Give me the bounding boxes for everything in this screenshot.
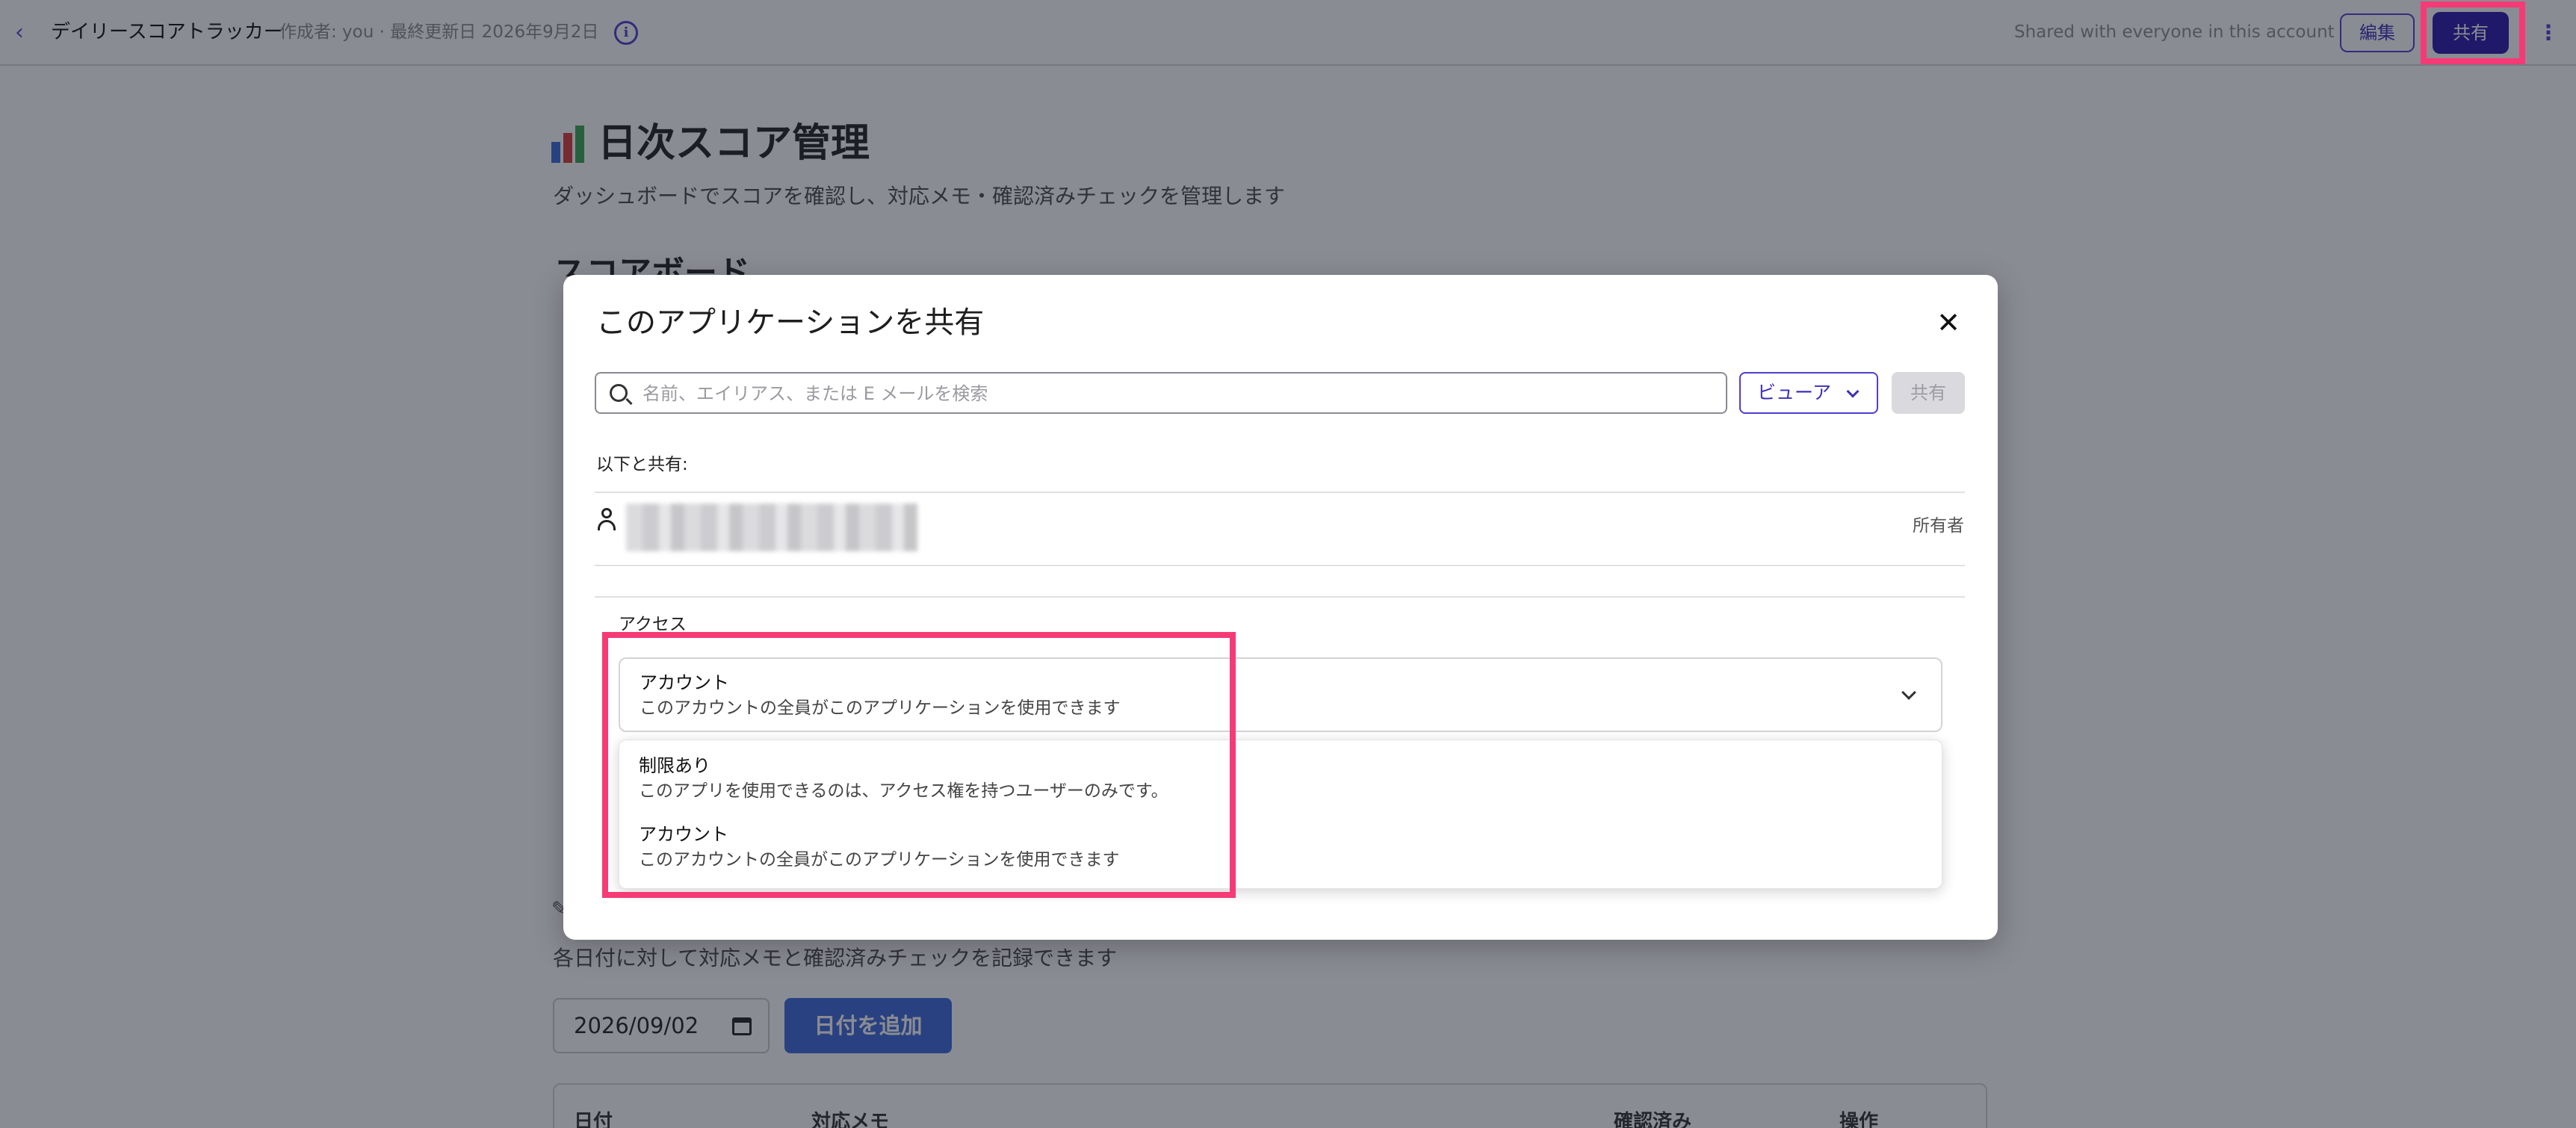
divider (595, 596, 1965, 598)
role-dropdown[interactable]: ビューア (1739, 372, 1878, 414)
close-icon[interactable]: ✕ (1933, 308, 1963, 338)
access-option-account[interactable]: アカウント このアカウントの全員がこのアプリケーションを使用できます (619, 815, 1942, 884)
divider (595, 492, 1965, 493)
search-input[interactable] (643, 379, 1703, 408)
chevron-down-icon (1901, 685, 1916, 700)
chevron-down-icon (1846, 385, 1860, 398)
share-dialog: このアプリケーションを共有 ✕ ビューア 共有 以下と共有: 所有者 アクセス … (563, 275, 1998, 940)
access-selected-title: アカウント (640, 672, 729, 693)
access-options-menu: 制限あり このアプリを使用できるのは、アクセス権を持つユーザーのみです。 アカウ… (619, 740, 1942, 889)
dialog-share-button[interactable]: 共有 (1892, 372, 1965, 414)
option-title: 制限あり (639, 755, 710, 776)
owner-role: 所有者 (1913, 516, 1964, 536)
search-icon (610, 384, 628, 402)
access-label: アクセス (619, 615, 687, 634)
access-selected-description: このアカウントの全員がこのアプリケーションを使用できます (640, 698, 1121, 718)
owner-name-redacted (626, 503, 917, 551)
option-title: アカウント (639, 824, 728, 845)
option-description: このアカウントの全員がこのアプリケーションを使用できます (639, 850, 1120, 870)
shared-with-label: 以下と共有: (596, 455, 688, 474)
access-select[interactable]: アカウント このアカウントの全員がこのアプリケーションを使用できます (619, 657, 1942, 732)
dialog-title: このアプリケーションを共有 (596, 306, 985, 340)
divider (595, 565, 1965, 566)
option-description: このアプリを使用できるのは、アクセス権を持つユーザーのみです。 (639, 781, 1168, 801)
access-option-restricted[interactable]: 制限あり このアプリを使用できるのは、アクセス権を持つユーザーのみです。 (619, 746, 1942, 815)
user-icon (596, 508, 617, 533)
search-field[interactable] (595, 372, 1727, 414)
role-label: ビューア (1757, 382, 1832, 403)
